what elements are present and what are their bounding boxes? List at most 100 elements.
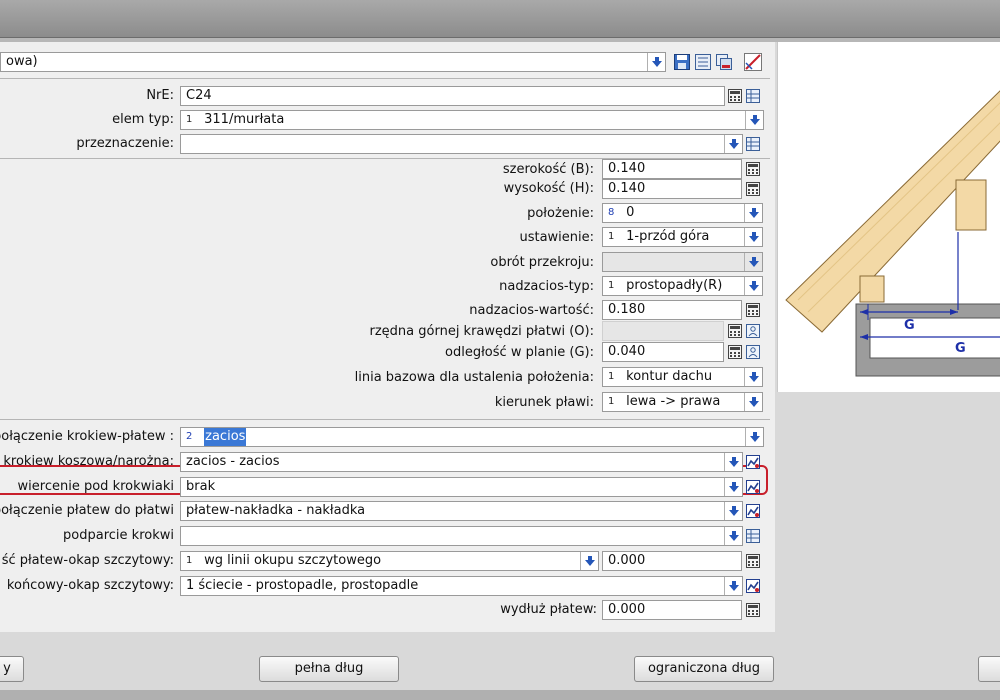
element-selector-value: owa)	[6, 54, 38, 69]
polaczenie-platew-value: płatew-nakładka - nakładka	[186, 503, 366, 518]
draw-tool-icon[interactable]	[744, 53, 762, 71]
wydluz-field[interactable]: 0.000	[602, 600, 742, 620]
calculator-icon[interactable]	[726, 87, 744, 105]
chevron-down-icon[interactable]	[744, 253, 762, 271]
szerokosc-value: 0.140	[608, 161, 646, 176]
chevron-down-icon[interactable]	[744, 368, 762, 386]
pelna-dlug-button[interactable]: pełna dług	[259, 656, 399, 682]
platew-okap-extra-field[interactable]: 0.000	[602, 551, 742, 571]
table-icon[interactable]	[744, 527, 762, 545]
polaczenie-platew-select[interactable]: płatew-nakładka - nakładka	[180, 501, 743, 521]
rzedna-field[interactable]	[602, 321, 724, 341]
polaczenie-krokiew-value: zacios	[204, 428, 247, 446]
chevron-down-icon[interactable]	[745, 111, 763, 129]
calculator-icon[interactable]	[744, 552, 762, 570]
rzedna-label: rzędna górnej krawędzi płatwi (O):	[369, 324, 595, 339]
koncowy-okap-label: końcowy-okap szczytowy:	[6, 578, 174, 593]
szerokosc-label: szerokość (B):	[502, 162, 594, 177]
left-partial-button-label: y	[3, 661, 11, 676]
wysokosc-field[interactable]: 0.140	[602, 179, 742, 199]
chevron-down-icon[interactable]	[580, 552, 598, 570]
linia-bazowa-select[interactable]: 1 kontur dachu	[602, 367, 763, 387]
chevron-down-icon[interactable]	[724, 527, 742, 545]
elem-typ-select[interactable]: 1 311/murłata	[180, 110, 764, 130]
nadzacios-wartosc-value: 0.180	[608, 302, 646, 317]
wiercenie-value: brak	[186, 479, 216, 494]
nadzacios-typ-value: prostopadły(R)	[626, 278, 723, 293]
nadzacios-typ-label: nadzacios-typ:	[499, 279, 594, 294]
chevron-down-icon[interactable]	[745, 428, 763, 446]
ustawienie-select[interactable]: 1 1-przód góra	[602, 227, 763, 247]
platew-okap-extra-value: 0.000	[608, 553, 646, 568]
nadzacios-wartosc-field[interactable]: 0.180	[602, 300, 742, 320]
kierunek-code: 1	[608, 396, 615, 407]
table-icon[interactable]	[744, 87, 762, 105]
koncowy-okap-select[interactable]: 1 ściecie - prostopadle, prostopadle	[180, 576, 743, 596]
chevron-down-icon[interactable]	[744, 204, 762, 222]
krokiew-koszowa-select[interactable]: zacios - zacios	[180, 452, 743, 472]
linia-bazowa-code: 1	[608, 371, 615, 382]
chevron-down-icon[interactable]	[744, 277, 762, 295]
edit-icon[interactable]	[744, 577, 762, 595]
odleglosc-label: odległość w planie (G):	[445, 345, 594, 360]
chevron-down-icon[interactable]	[724, 502, 742, 520]
chevron-down-icon[interactable]	[744, 228, 762, 246]
ograniczona-dlug-button-label: ograniczona dług	[647, 661, 761, 676]
table-icon[interactable]	[744, 135, 762, 153]
right-partial-button[interactable]	[978, 656, 1000, 682]
polaczenie-krokiew-select[interactable]: 2 zacios	[180, 427, 764, 447]
platew-okap-label: ść płatew-okap szczytowy:	[1, 553, 174, 568]
library-icon[interactable]	[694, 53, 712, 71]
calculator-icon[interactable]	[744, 301, 762, 319]
nadzacios-wartosc-label: nadzacios-wartość:	[469, 303, 594, 318]
copy-icon[interactable]	[715, 53, 733, 71]
wysokosc-value: 0.140	[608, 181, 646, 196]
chevron-down-icon[interactable]	[744, 393, 762, 411]
ograniczona-dlug-button[interactable]: ograniczona dług	[634, 656, 774, 682]
person-icon[interactable]	[744, 322, 762, 340]
nre-field[interactable]: C24	[180, 86, 725, 106]
polozenie-select[interactable]: 8 0	[602, 203, 763, 223]
platew-okap-value: wg linii okupu szczytowego	[204, 553, 382, 568]
calculator-icon[interactable]	[726, 343, 744, 361]
koncowy-okap-value: 1 ściecie - prostopadle, prostopadle	[186, 578, 419, 593]
edit-icon[interactable]	[744, 478, 762, 496]
szerokosc-field[interactable]: 0.140	[602, 159, 742, 179]
chevron-down-icon[interactable]	[724, 135, 742, 153]
nadzacios-typ-select[interactable]: 1 prostopadły(R)	[602, 276, 763, 296]
nadzacios-typ-code: 1	[608, 280, 615, 291]
odleglosc-value: 0.040	[608, 344, 646, 359]
wiercenie-select[interactable]: brak	[180, 477, 743, 497]
chevron-down-icon[interactable]	[724, 577, 742, 595]
przeznaczenie-select[interactable]	[180, 134, 743, 154]
left-partial-button[interactable]: y	[0, 656, 24, 682]
platew-okap-code: 1	[186, 555, 193, 566]
cross-section-drawing: G G	[777, 42, 1000, 392]
polaczenie-krokiew-code: 2	[186, 431, 193, 442]
calculator-icon[interactable]	[726, 322, 744, 340]
odleglosc-field[interactable]: 0.040	[602, 342, 724, 362]
element-selector[interactable]: owa)	[0, 52, 666, 72]
obrot-select[interactable]	[602, 252, 763, 272]
edit-icon[interactable]	[744, 502, 762, 520]
edit-icon[interactable]	[744, 453, 762, 471]
kierunek-label: kierunek pławi:	[494, 395, 594, 410]
platew-okap-select[interactable]: 1 wg linii okupu szczytowego	[180, 551, 599, 571]
podparcie-label: podparcie krokwi	[63, 528, 174, 543]
elem-typ-label: elem typ:	[112, 112, 174, 127]
save-icon[interactable]	[673, 53, 691, 71]
calculator-icon[interactable]	[744, 180, 762, 198]
person-icon[interactable]	[744, 343, 762, 361]
wydluz-value: 0.000	[608, 602, 646, 617]
ustawienie-value: 1-przód góra	[626, 229, 710, 244]
chevron-down-icon[interactable]	[647, 53, 665, 71]
kierunek-select[interactable]: 1 lewa -> prawa	[602, 392, 763, 412]
nre-value: C24	[186, 88, 212, 103]
wydluz-label: wydłuż płatew:	[500, 602, 597, 617]
krokiew-koszowa-label: krokiew koszowa/narożna:	[3, 454, 174, 469]
chevron-down-icon[interactable]	[724, 478, 742, 496]
podparcie-select[interactable]	[180, 526, 743, 546]
calculator-icon[interactable]	[744, 601, 762, 619]
chevron-down-icon[interactable]	[724, 453, 742, 471]
calculator-icon[interactable]	[744, 160, 762, 178]
